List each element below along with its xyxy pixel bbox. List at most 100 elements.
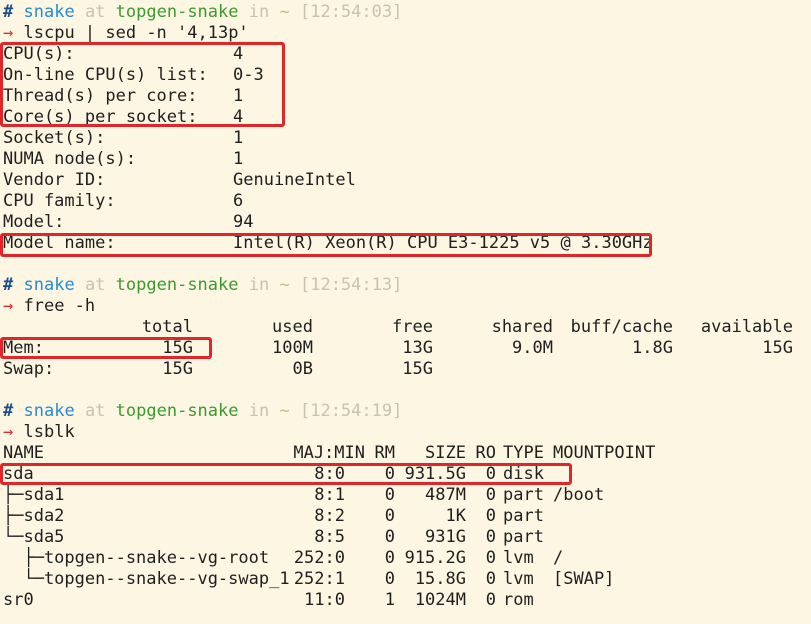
lscpu-row: Core(s) per socket: 4 bbox=[3, 107, 803, 128]
prompt-time: [12:54:19] bbox=[299, 401, 403, 421]
lsblk-rm: 0 bbox=[384, 527, 395, 547]
prompt-in: in bbox=[248, 2, 270, 22]
prompt-line: # snake at topgen-snake in ~ [12:54:19] bbox=[3, 401, 402, 422]
prompt-at: at bbox=[84, 401, 106, 421]
command-text: lscpu | sed -n '4,13p' bbox=[23, 23, 249, 43]
lsblk-rm: 0 bbox=[384, 569, 395, 589]
lsblk-majmin: 8:5 bbox=[314, 527, 345, 547]
lsblk-name: ├─sda2 bbox=[3, 506, 65, 526]
lsblk-majmin: 8:0 bbox=[314, 464, 345, 484]
free-header-cell: available bbox=[700, 317, 793, 337]
command-text: lsblk bbox=[23, 422, 75, 442]
lsblk-size: 15.8G bbox=[414, 569, 466, 589]
lsblk-header-row: NAME MAJ:MIN RM SIZE RO TYPE MOUNTPOINT bbox=[3, 443, 803, 464]
lsblk-rm: 0 bbox=[384, 506, 395, 526]
lscpu-key: Thread(s) per core: bbox=[3, 86, 198, 106]
lsblk-majmin: 8:1 bbox=[314, 485, 345, 505]
free-cell: 0B bbox=[292, 359, 313, 379]
lsblk-ro: 0 bbox=[485, 590, 496, 610]
command-text: free -h bbox=[23, 296, 96, 316]
lsblk-ro: 0 bbox=[485, 569, 496, 589]
free-cell: 9.0M bbox=[512, 338, 553, 358]
free-row-label: Mem: bbox=[3, 338, 44, 358]
lsblk-mount: /boot bbox=[553, 485, 605, 505]
lscpu-row: CPU(s): 4 bbox=[3, 44, 803, 65]
lsblk-header-name: NAME bbox=[3, 443, 44, 463]
free-cell: 1.8G bbox=[632, 338, 673, 358]
lsblk-size: 1K bbox=[445, 506, 466, 526]
lsblk-ro: 0 bbox=[485, 527, 496, 547]
lsblk-row: sr0 11:0 1 1024M 0 rom bbox=[3, 590, 803, 611]
free-cell: 15G bbox=[402, 359, 433, 379]
lscpu-key: NUMA node(s): bbox=[3, 149, 137, 169]
lsblk-mount: [SWAP] bbox=[553, 569, 615, 589]
prompt-line: # snake at topgen-snake in ~ [12:54:13] bbox=[3, 275, 402, 296]
prompt-user: snake bbox=[23, 401, 75, 421]
lscpu-value: 1 bbox=[233, 128, 244, 148]
free-cell: 15G bbox=[162, 359, 193, 379]
lsblk-rm: 0 bbox=[384, 485, 395, 505]
prompt-hash: # bbox=[3, 2, 14, 22]
lsblk-type: part bbox=[503, 485, 544, 505]
lscpu-row: Vendor ID: GenuineIntel bbox=[3, 170, 803, 191]
lsblk-type: part bbox=[503, 527, 544, 547]
prompt-host: topgen-snake bbox=[115, 2, 239, 22]
prompt-time: [12:54:03] bbox=[299, 2, 403, 22]
free-header-cell: free bbox=[392, 317, 433, 337]
lscpu-value: GenuineIntel bbox=[233, 170, 356, 190]
prompt-arrow-icon: → bbox=[3, 296, 14, 316]
lsblk-name: └─topgen--snake--vg-swap_1 bbox=[3, 569, 290, 589]
lscpu-value: 6 bbox=[233, 191, 244, 211]
prompt-dir: ~ bbox=[279, 2, 290, 22]
lsblk-size: 487M bbox=[425, 485, 466, 505]
prompt-host: topgen-snake bbox=[115, 275, 239, 295]
prompt-dir: ~ bbox=[279, 275, 290, 295]
lsblk-rm: 1 bbox=[384, 590, 395, 610]
lsblk-row: sda 8:0 0 931.5G 0 disk bbox=[3, 464, 803, 485]
prompt-in: in bbox=[248, 401, 270, 421]
lscpu-value: 1 bbox=[233, 149, 244, 169]
lsblk-row: └─topgen--snake--vg-swap_1 252:1 0 15.8G 0 lv… bbox=[3, 569, 803, 590]
lscpu-key: Vendor ID: bbox=[3, 170, 106, 190]
lscpu-row: Socket(s): 1 bbox=[3, 128, 803, 149]
lsblk-ro: 0 bbox=[485, 464, 496, 484]
lsblk-row: └─sda5 8:5 0 931G 0 part bbox=[3, 527, 803, 548]
prompt-at: at bbox=[84, 275, 106, 295]
free-header-cell: total bbox=[141, 317, 193, 337]
prompt-dir: ~ bbox=[279, 401, 290, 421]
lsblk-size: 1024M bbox=[414, 590, 466, 610]
prompt-host: topgen-snake bbox=[115, 401, 239, 421]
free-row: Mem: 15G 100M 13G 9.0M 1.8G 15G bbox=[3, 338, 803, 359]
lsblk-type: rom bbox=[503, 590, 534, 610]
lsblk-name: ├─topgen--snake--vg-root bbox=[3, 548, 270, 568]
free-cell: 100M bbox=[272, 338, 313, 358]
lsblk-header-rm: RM bbox=[374, 443, 395, 463]
prompt-line: # snake at topgen-snake in ~ [12:54:03] bbox=[3, 2, 402, 23]
lsblk-name: ├─sda1 bbox=[3, 485, 65, 505]
lscpu-value: 0-3 bbox=[233, 65, 264, 85]
lscpu-key: Socket(s): bbox=[3, 128, 106, 148]
lscpu-row: Model name: Intel(R) Xeon(R) CPU E3-1225 … bbox=[3, 233, 803, 254]
lscpu-key: CPU(s): bbox=[3, 44, 75, 64]
lsblk-ro: 0 bbox=[485, 485, 496, 505]
prompt-at: at bbox=[84, 2, 106, 22]
prompt-user: snake bbox=[23, 275, 75, 295]
lsblk-ro: 0 bbox=[485, 506, 496, 526]
lsblk-majmin: 252:1 bbox=[293, 569, 345, 589]
lsblk-rm: 0 bbox=[384, 464, 395, 484]
lscpu-key: CPU family: bbox=[3, 191, 116, 211]
lsblk-header-mount: MOUNTPOINT bbox=[553, 443, 656, 463]
lscpu-row: CPU family: 6 bbox=[3, 191, 803, 212]
free-header-row: total used free shared buff/cache available bbox=[3, 317, 803, 338]
prompt-arrow-icon: → bbox=[3, 422, 14, 442]
lsblk-type: lvm bbox=[503, 569, 534, 589]
free-row-label: Swap: bbox=[3, 359, 55, 379]
free-header-cell: used bbox=[272, 317, 313, 337]
lscpu-row: Model: 94 bbox=[3, 212, 803, 233]
free-header-cell: shared bbox=[491, 317, 553, 337]
lsblk-row: ├─topgen--snake--vg-root 252:0 0 915.2G 0 lvm… bbox=[3, 548, 803, 569]
lscpu-value: 1 bbox=[233, 86, 244, 106]
lscpu-value: 4 bbox=[233, 44, 244, 64]
free-cell: 15G bbox=[162, 338, 193, 358]
free-header-cell: buff/cache bbox=[570, 317, 673, 337]
